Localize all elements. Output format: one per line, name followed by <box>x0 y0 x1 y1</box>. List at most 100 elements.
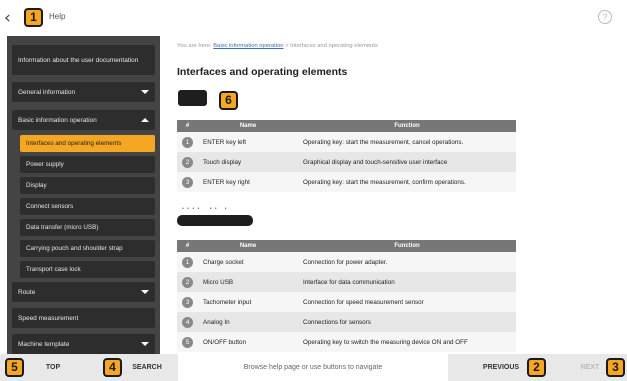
connector-bar <box>177 215 253 226</box>
sidebar-item-label: Basic information operation <box>18 116 97 124</box>
sidebar-item-general-information[interactable]: General information <box>12 82 155 102</box>
table-row: 1 ENTER key left Operating key: start th… <box>177 132 516 152</box>
content-title: Interfaces and operating elements <box>177 66 348 78</box>
sidebar-item-user-documentation[interactable]: Information about the user documentation <box>12 45 155 75</box>
breadcrumb-current: Interfaces and operating elements <box>290 43 378 49</box>
table-header: Function <box>298 120 516 132</box>
sidebar-subitem-label: Carrying pouch and shoulder strap <box>26 245 123 252</box>
search-button[interactable]: SEARCH <box>124 354 170 381</box>
table-header: Name <box>198 240 298 252</box>
back-chevron-icon[interactable]: ‹ <box>4 9 18 27</box>
sidebar-subitem-display[interactable]: Display <box>20 177 155 194</box>
sidebar-subitem-data-transfer[interactable]: Data transfer (micro USB) <box>20 219 155 236</box>
table-row: 3 ENTER key right Operating key: start t… <box>177 172 516 192</box>
name-cell: ON/OFF button <box>198 332 298 352</box>
sidebar-item-label: General information <box>18 88 76 96</box>
top-button[interactable]: TOP <box>28 354 78 381</box>
row-number-cell: 2 <box>177 152 198 172</box>
sidebar-item-basic-information-operation[interactable]: Basic information operation <box>12 110 155 130</box>
breadcrumb-link[interactable]: Basic information operation <box>213 43 283 49</box>
operating-elements-table: # Name Function 1 ENTER key left Operati… <box>177 120 516 192</box>
table-row: 2 Touch display Graphical display and to… <box>177 152 516 172</box>
row-number-cell: 4 <box>177 312 198 332</box>
sidebar-subitem-interfaces[interactable]: Interfaces and operating elements <box>20 135 155 152</box>
help-screen: ‹ Help ? 1 Information about the user do… <box>0 0 627 381</box>
sidebar-subitem-label: Data transfer (micro USB) <box>26 224 99 231</box>
chevron-down-icon <box>141 290 149 294</box>
name-cell: Analog In <box>198 312 298 332</box>
table-row: 4 Analog In Connections for sensors <box>177 312 516 332</box>
function-cell: Connections for sensors <box>298 312 516 332</box>
sidebar-item-label: Route <box>18 288 36 296</box>
table-header: # <box>177 240 198 252</box>
sidebar-subitem-connect-sensors[interactable]: Connect sensors <box>20 198 155 215</box>
row-number-cell: 3 <box>177 292 198 312</box>
number-bullet: 2 <box>182 276 193 288</box>
table-header: Name <box>198 120 298 132</box>
sidebar-item-label: Speed measurement <box>18 314 79 322</box>
table-row: 5 ON/OFF button Operating key to switch … <box>177 332 516 352</box>
sidebar-subitem-label: Power supply <box>26 161 64 168</box>
table-header: # <box>177 120 198 132</box>
breadcrumb-prefix: You are here: <box>177 43 212 49</box>
previous-button[interactable]: PREVIOUS <box>472 354 530 381</box>
sidebar-subitem-carrying-pouch[interactable]: Carrying pouch and shoulder strap <box>20 240 155 257</box>
callout-badge-4: 4 <box>103 358 122 377</box>
help-icon[interactable]: ? <box>598 10 612 24</box>
sidebar-nav: Information about the user documentation… <box>7 36 160 354</box>
sidebar-item-speed-measurement[interactable]: Speed measurement <box>12 308 155 328</box>
table-row: 1 Charge socket Connection for power ada… <box>177 252 516 272</box>
connector-pins: • • • • • • • <box>182 206 228 212</box>
function-cell: Connection for speed measurement sensor <box>298 292 516 312</box>
navigation-hint: Browse help page or use buttons to navig… <box>178 354 448 381</box>
number-bullet: 1 <box>182 256 193 268</box>
sidebar-subitem-transport-case-lock[interactable]: Transport case lock <box>20 261 155 278</box>
number-bullet: 5 <box>182 336 193 348</box>
breadcrumb-separator: > <box>285 43 289 49</box>
chevron-down-icon <box>141 342 149 346</box>
name-cell: Tachometer input <box>198 292 298 312</box>
table-header: Function <box>298 240 516 252</box>
name-cell: ENTER key right <box>198 172 298 192</box>
sidebar-subitem-label: Display <box>26 182 47 189</box>
row-number-cell: 1 <box>177 252 198 272</box>
function-cell: Interface for data communication <box>298 272 516 292</box>
name-cell: Charge socket <box>198 252 298 272</box>
row-number-cell: 3 <box>177 172 198 192</box>
chevron-up-icon <box>141 118 149 122</box>
chevron-down-icon <box>141 90 149 94</box>
sidebar-item-label: Machine template <box>18 340 70 348</box>
sidebar-subitem-label: Connect sensors <box>26 203 74 210</box>
row-number-cell: 2 <box>177 272 198 292</box>
callout-badge-2: 2 <box>527 358 546 377</box>
help-content: You are here: Basic information operatio… <box>168 36 618 354</box>
sidebar-subitem-power-supply[interactable]: Power supply <box>20 156 155 173</box>
callout-badge-5: 5 <box>5 358 24 377</box>
function-cell: Operating key: start the measurement, co… <box>298 172 516 192</box>
header-bar: ‹ Help ? <box>0 0 627 36</box>
name-cell: Micro USB <box>198 272 298 292</box>
sidebar-item-route[interactable]: Route <box>12 282 155 302</box>
sidebar-subitem-label: Transport case lock <box>26 266 81 273</box>
number-bullet: 3 <box>182 176 193 188</box>
function-cell: Connection for power adapter. <box>298 252 516 272</box>
sidebar-item-machine-template[interactable]: Machine template <box>12 334 155 354</box>
table-row: 3 Tachometer input Connection for speed … <box>177 292 516 312</box>
function-cell: Graphical display and touch-sensitive us… <box>298 152 516 172</box>
function-cell: Operating key to switch the measuring de… <box>298 332 516 352</box>
callout-badge-1: 1 <box>24 8 43 27</box>
number-bullet: 1 <box>182 136 193 148</box>
sidebar-item-label: Information about the user documentation <box>18 56 139 64</box>
function-cell: Operating key: start the measurement, ca… <box>298 132 516 152</box>
interfaces-table: # Name Function 1 Charge socket Connecti… <box>177 240 516 352</box>
next-button[interactable]: NEXT <box>570 354 610 381</box>
callout-badge-6: 6 <box>219 91 238 110</box>
callout-badge-3: 3 <box>606 358 625 377</box>
sidebar-subitem-label: Interfaces and operating elements <box>26 140 122 147</box>
device-image <box>178 90 207 106</box>
row-number-cell: 1 <box>177 132 198 152</box>
number-bullet: 3 <box>182 296 193 308</box>
name-cell: ENTER key left <box>198 132 298 152</box>
breadcrumb: You are here: Basic information operatio… <box>177 43 378 49</box>
name-cell: Touch display <box>198 152 298 172</box>
